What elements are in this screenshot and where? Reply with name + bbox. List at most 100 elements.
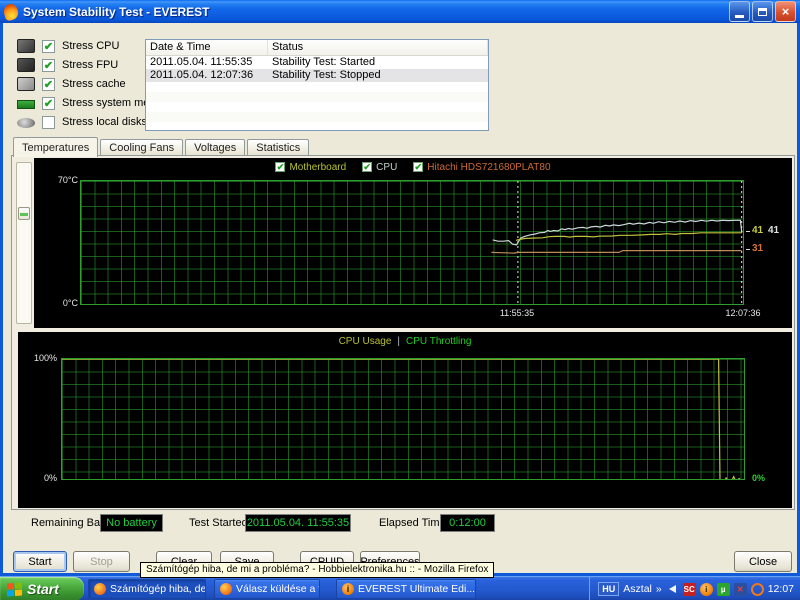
sc-icon[interactable]: SC — [682, 582, 696, 596]
column-header-status[interactable]: Status — [268, 40, 488, 55]
cache-icon — [17, 77, 35, 91]
taskbar-task-firefox-2[interactable]: Válasz küldése a fóru... — [214, 579, 320, 599]
windows-logo-icon — [7, 581, 22, 597]
minimize-button[interactable] — [729, 1, 750, 22]
everest-tray-icon[interactable]: i — [699, 582, 713, 596]
stress-fpu-checkbox[interactable]: ✔ — [42, 58, 55, 72]
stress-cache-row: ✔ Stress cache — [17, 75, 126, 93]
restore-icon — [758, 7, 767, 16]
battery-value: No battery — [100, 514, 163, 532]
clock[interactable]: 12:07 — [768, 583, 794, 595]
stress-fpu-row: ✔ Stress FPU — [17, 56, 118, 74]
legend-item-cpu[interactable]: ✔ CPU — [362, 162, 397, 173]
stress-cpu-checkbox[interactable]: ✔ — [42, 39, 55, 53]
table-row-empty — [146, 102, 488, 112]
stress-cache-label: Stress cache — [62, 78, 126, 90]
chart-scale-slider[interactable] — [16, 162, 32, 324]
window-title: System Stability Test - EVEREST — [23, 4, 210, 19]
test-started-value: 2011.05.04. 11:55:35 — [245, 514, 351, 532]
test-started-label: Test Started: — [189, 517, 251, 529]
cpu-usage-chart: CPU Usage | CPU Throttling 100% 0% 0% — [18, 332, 792, 508]
restore-button[interactable] — [752, 1, 773, 22]
taskbar: Start Számítógép hiba, de ... Válasz kül… — [0, 576, 800, 600]
network-offline-icon[interactable]: ✕ — [733, 582, 747, 596]
tab-cooling-fans[interactable]: Cooling Fans — [100, 139, 184, 156]
stress-cpu-label: Stress CPU — [62, 40, 120, 52]
legend-item-hdd[interactable]: ✔ Hitachi HDS721680PLAT80 — [413, 162, 551, 173]
start-menu-button[interactable]: Start — [0, 577, 84, 600]
volume-icon[interactable] — [666, 583, 679, 596]
event-log-table[interactable]: Date & Time Status 2011.05.04. 11:55:35 … — [145, 39, 489, 131]
tab-content-panel: ✔ Motherboard ✔ CPU ✔ Hitachi HDS721680P… — [11, 155, 795, 510]
table-header: Date & Time Status — [146, 40, 488, 56]
usage-plot-area — [61, 358, 745, 480]
stress-fpu-label: Stress FPU — [62, 59, 119, 71]
value-label-motherboard: 41 — [752, 225, 764, 236]
everest-flame-icon — [2, 1, 20, 22]
chart-legend: ✔ Motherboard ✔ CPU ✔ Hitachi HDS721680P… — [34, 160, 792, 174]
y-axis-max-label: 100% — [33, 353, 57, 363]
updater-icon[interactable] — [750, 582, 764, 596]
slider-thumb[interactable] — [18, 207, 30, 220]
toolbar-asztal[interactable]: Asztal — [623, 583, 652, 595]
system-tray: HU Asztal » SC i µ ✕ 12:07 — [589, 577, 800, 600]
table-row[interactable]: 2011.05.04. 11:55:35 Stability Test: Sta… — [146, 56, 488, 69]
close-button[interactable]: Close — [734, 551, 792, 572]
temperature-plot-area — [80, 180, 744, 305]
stress-disks-checkbox[interactable]: ✔ — [42, 115, 55, 129]
desktop: System Stability Test - EVEREST × ✔ Stre… — [0, 0, 800, 600]
y-axis-min-label: 0% — [43, 473, 57, 483]
taskbar-tooltip: Számítógép hiba, de mi a probléma? - Hob… — [140, 562, 495, 578]
table-row-empty — [146, 112, 488, 122]
stress-cpu-row: ✔ Stress CPU — [17, 37, 119, 55]
elapsed-time-label: Elapsed Time: — [379, 517, 449, 529]
firefox-icon — [220, 583, 232, 595]
cpu-usage-title: CPU Usage — [338, 335, 392, 347]
tick — [746, 231, 750, 232]
close-icon: × — [781, 4, 790, 19]
value-label-cpu: 41 — [768, 225, 780, 236]
language-indicator[interactable]: HU — [598, 582, 620, 596]
taskbar-task-everest[interactable]: i EVEREST Ultimate Edi... — [336, 579, 476, 599]
chevron-icon[interactable]: » — [656, 583, 662, 595]
tab-voltages[interactable]: Voltages — [185, 139, 246, 156]
firefox-icon — [94, 583, 106, 595]
titlebar[interactable]: System Stability Test - EVEREST × — [0, 0, 800, 23]
taskbar-task-firefox-1[interactable]: Számítógép hiba, de ... — [88, 579, 206, 599]
table-row-empty — [146, 82, 488, 92]
stress-disks-label: Stress local disks — [62, 116, 147, 128]
start-button[interactable]: Start — [13, 551, 67, 572]
legend-checkbox[interactable]: ✔ — [413, 162, 424, 172]
tab-statistics[interactable]: Statistics — [247, 139, 310, 156]
stress-disks-row: ✔ Stress local disks — [17, 113, 147, 131]
temperature-chart: ✔ Motherboard ✔ CPU ✔ Hitachi HDS721680P… — [34, 158, 792, 328]
disk-icon — [17, 118, 35, 128]
usage-end-label: 0% — [752, 473, 766, 483]
legend-checkbox[interactable]: ✔ — [362, 162, 373, 172]
value-label-hdd: 31 — [752, 243, 764, 254]
column-header-datetime[interactable]: Date & Time — [146, 40, 268, 55]
y-axis-min-label: 0°C — [62, 298, 78, 308]
table-row-empty — [146, 92, 488, 102]
everest-icon: i — [342, 583, 354, 595]
cpu-throttling-title: CPU Throttling — [406, 335, 472, 347]
legend-checkbox[interactable]: ✔ — [275, 162, 286, 172]
memory-icon — [17, 100, 35, 109]
x-axis-end-label: 12:07:36 — [725, 308, 761, 318]
stress-memory-checkbox[interactable]: ✔ — [42, 96, 55, 110]
stop-button[interactable]: Stop — [73, 551, 130, 572]
tick — [746, 249, 750, 250]
legend-item-motherboard[interactable]: ✔ Motherboard — [275, 162, 346, 173]
usage-chart-title: CPU Usage | CPU Throttling — [338, 335, 472, 347]
tab-temperatures[interactable]: Temperatures — [13, 137, 99, 157]
x-axis-start-label: 11:55:35 — [499, 308, 535, 318]
y-axis-max-label: 70°C — [57, 175, 78, 185]
close-window-button[interactable]: × — [775, 1, 796, 22]
app-window: System Stability Test - EVEREST × ✔ Stre… — [0, 0, 800, 576]
table-row-empty — [146, 122, 488, 130]
utorrent-icon[interactable]: µ — [716, 582, 730, 596]
table-row[interactable]: 2011.05.04. 12:07:36 Stability Test: Sto… — [146, 69, 488, 82]
minimize-icon — [735, 15, 744, 18]
cpu-icon — [17, 39, 35, 53]
stress-cache-checkbox[interactable]: ✔ — [42, 77, 55, 91]
